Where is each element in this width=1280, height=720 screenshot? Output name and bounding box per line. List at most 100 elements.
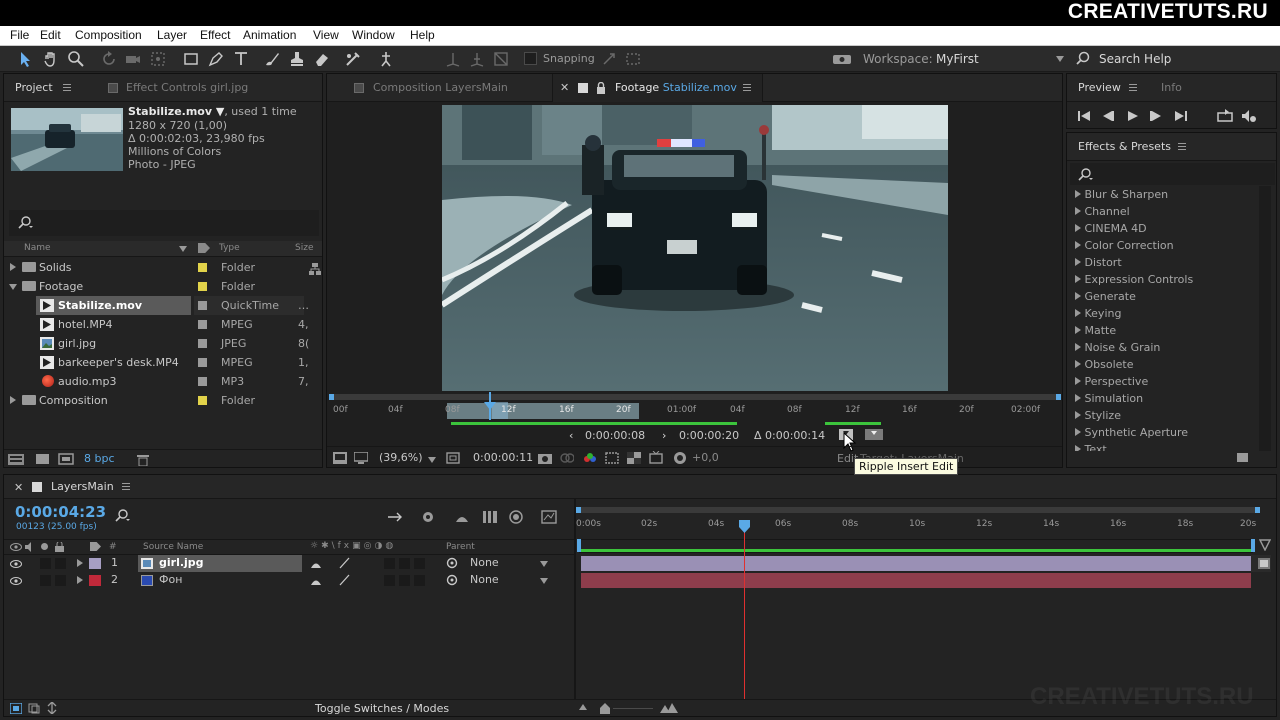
range-end-handle[interactable] — [1056, 394, 1061, 400]
layer-label-color[interactable] — [89, 558, 101, 569]
lock-icon[interactable] — [596, 82, 606, 94]
collapse-icon[interactable] — [9, 284, 17, 290]
rectangle-tool-icon[interactable] — [182, 50, 200, 68]
visibility-eye-icon[interactable] — [10, 559, 22, 569]
timeline-current-time[interactable]: 0:00:04:23 — [15, 503, 106, 521]
column-type[interactable]: Type — [219, 243, 240, 253]
parent-dropdown-icon[interactable] — [540, 561, 548, 567]
current-time[interactable]: 0:00:00:11 — [473, 451, 533, 464]
effects-category[interactable]: Noise & Grain — [1075, 339, 1160, 356]
loop-icon[interactable] — [1217, 109, 1233, 122]
zoom-dropdown-icon[interactable] — [428, 457, 436, 463]
menu-file[interactable]: File — [10, 26, 29, 45]
range-start-handle[interactable] — [329, 394, 334, 400]
eraser-tool-icon[interactable] — [313, 50, 331, 68]
zoom-level[interactable]: (39,6%) — [379, 451, 423, 464]
in-point[interactable]: 0:00:00:08 — [585, 429, 645, 442]
transfer-controls-icon[interactable] — [28, 703, 40, 714]
previous-frame-icon[interactable] — [1101, 110, 1115, 122]
workspace-select[interactable]: MyFirst — [936, 52, 979, 66]
pick-whip-icon[interactable] — [446, 574, 458, 586]
audio-icon[interactable] — [24, 542, 36, 552]
effects-category[interactable]: Keying — [1075, 305, 1121, 322]
solo-icon[interactable] — [41, 543, 48, 550]
effects-category[interactable]: Color Correction — [1075, 237, 1174, 254]
show-snapshot-icon[interactable] — [560, 452, 574, 464]
draft-3d-icon[interactable] — [420, 510, 436, 524]
roto-brush-tool-icon[interactable] — [344, 50, 362, 68]
interpret-footage-icon[interactable] — [8, 454, 24, 465]
pick-whip-icon[interactable] — [446, 557, 458, 569]
effects-category[interactable]: Perspective — [1075, 373, 1148, 390]
timeline-playhead-line[interactable] — [744, 523, 745, 699]
tab-info[interactable]: Info — [1161, 74, 1182, 102]
label-swatch[interactable] — [198, 396, 207, 405]
label-swatch[interactable] — [198, 377, 207, 386]
project-item-girl[interactable]: girl.jpg JPEG 8( — [4, 334, 322, 353]
viewer-menu-icon[interactable] — [743, 84, 751, 91]
effects-search-field[interactable] — [1070, 163, 1275, 185]
navigator-bar[interactable] — [576, 507, 1260, 513]
eye-icon[interactable] — [10, 542, 22, 552]
effects-scrollbar[interactable] — [1259, 186, 1271, 451]
comp-button-icon[interactable] — [1259, 539, 1271, 551]
menu-animation[interactable]: Animation — [243, 26, 296, 45]
motion-blur-switch[interactable] — [384, 575, 395, 586]
layer-switches-icon[interactable] — [10, 703, 22, 714]
effects-category[interactable]: Expression Controls — [1075, 271, 1193, 288]
layer-duration-bar[interactable] — [581, 573, 1251, 588]
sort-icon[interactable] — [179, 246, 187, 252]
menu-composition[interactable]: Composition — [75, 26, 142, 45]
zoom-out-icon[interactable] — [579, 704, 587, 710]
footage-scroll-bar[interactable] — [329, 394, 1061, 400]
toggle-switches-modes[interactable]: Toggle Switches / Modes — [315, 702, 449, 715]
pen-tool-icon[interactable] — [207, 50, 225, 68]
composition-lock-icon[interactable] — [354, 83, 364, 93]
label-swatch[interactable] — [198, 301, 207, 310]
label-swatch[interactable] — [198, 358, 207, 367]
project-item-hotel[interactable]: hotel.MP4 MPEG 4, — [4, 315, 322, 334]
adjustment-switch[interactable] — [399, 575, 410, 586]
expand-icon[interactable] — [10, 396, 16, 404]
clone-stamp-tool-icon[interactable] — [288, 50, 306, 68]
out-point[interactable]: 0:00:00:20 — [679, 429, 739, 442]
expand-layer-icon[interactable] — [77, 559, 83, 567]
label-column-icon[interactable] — [198, 243, 210, 253]
shy-layers-icon[interactable] — [454, 510, 470, 524]
lock-switch[interactable] — [55, 558, 66, 569]
pan-behind-tool-icon[interactable] — [149, 50, 167, 68]
adjustment-switch[interactable] — [399, 558, 410, 569]
local-axis-mode-icon[interactable] — [444, 50, 462, 68]
motion-blur-switch[interactable] — [384, 558, 395, 569]
composition-mini-flowchart-icon[interactable] — [387, 511, 403, 523]
menu-edit[interactable]: Edit — [40, 26, 61, 45]
project-item-solids[interactable]: Solids Folder — [4, 258, 322, 277]
layer-out-icon[interactable] — [1258, 558, 1270, 569]
3d-layer-switch[interactable] — [414, 558, 425, 569]
menu-layer[interactable]: Layer — [157, 26, 187, 45]
reset-exposure-icon[interactable] — [673, 451, 687, 465]
first-frame-icon[interactable] — [1077, 110, 1091, 122]
footage-time-ruler[interactable]: 00f 04f 08f 12f 16f 20f 01:00f 04f 08f 1… — [329, 392, 1061, 420]
effects-category[interactable]: Blur & Sharpen — [1075, 186, 1168, 203]
menu-help[interactable]: Help — [410, 26, 435, 45]
effects-category[interactable]: CINEMA 4D — [1075, 220, 1147, 237]
effect-controls-lock-icon[interactable] — [108, 83, 118, 93]
close-tab-icon[interactable]: ✕ — [14, 481, 23, 494]
rotate-tool-icon[interactable] — [100, 50, 118, 68]
timeline-playhead-marker[interactable] — [739, 520, 750, 534]
parent-select[interactable]: None — [470, 556, 499, 569]
label-swatch[interactable] — [198, 263, 207, 272]
type-tool-icon[interactable] — [232, 50, 250, 68]
zoom-in-icon[interactable] — [659, 702, 679, 714]
project-menu-icon[interactable] — [63, 84, 71, 91]
shy-switch-icon[interactable] — [310, 558, 322, 569]
hand-tool-icon[interactable] — [42, 50, 60, 68]
effects-category[interactable]: Text — [1075, 441, 1107, 451]
tab-effect-controls[interactable]: Effect Controls girl.jpg — [126, 74, 248, 102]
solo-switch[interactable] — [40, 558, 51, 569]
new-folder-icon[interactable] — [36, 454, 49, 464]
menu-view[interactable]: View — [313, 26, 339, 45]
layer-row[interactable]: 2 Фон None — [4, 572, 574, 589]
work-area-start[interactable] — [577, 539, 581, 552]
